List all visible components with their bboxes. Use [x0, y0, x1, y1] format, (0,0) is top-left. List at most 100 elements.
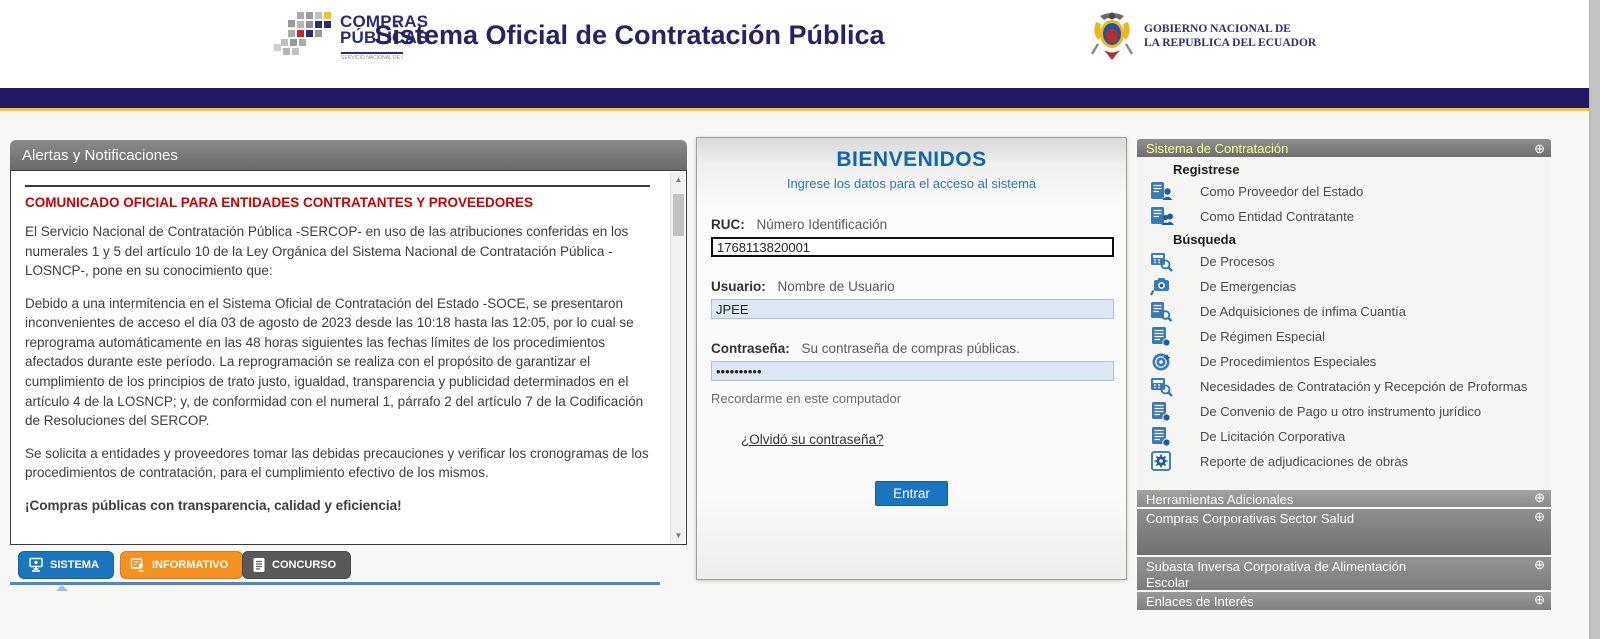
usuario-hint: Nombre de Usuario — [778, 279, 895, 294]
expand-plus-icon[interactable]: ⊕ — [1534, 558, 1545, 571]
gold-accent-line — [0, 108, 1589, 111]
expand-plus-icon[interactable]: ⊕ — [1534, 142, 1545, 155]
sidebar-item-regimen-especial[interactable]: De Régimen Especial — [1137, 324, 1551, 349]
gov-line1: GOBIERNO NACIONAL DE — [1144, 22, 1316, 36]
sidebar-section-title: Subasta Inversa Corporativa de Alimentac… — [1146, 558, 1446, 590]
sidebar-section-title: Herramientas Adicionales — [1146, 491, 1293, 508]
sidebar-item-label: Como Proveedor del Estado — [1200, 184, 1363, 199]
active-tab-pointer — [56, 585, 68, 591]
ecuador-crest-icon — [1090, 10, 1134, 62]
sidebar-item-label: De Procesos — [1200, 254, 1274, 269]
tab-informativo-label: INFORMATIVO — [152, 559, 228, 571]
expand-plus-icon[interactable]: ⊕ — [1534, 510, 1545, 523]
app-header: COMPRAS PÚBLICAS SERVICIO NACIONAL DE CO… — [0, 0, 1589, 88]
doc-people-icon — [1150, 206, 1174, 227]
calc-search-icon — [1150, 251, 1174, 272]
tab-sistema-label: SISTEMA — [50, 559, 99, 571]
alerts-content: COMUNICADO OFICIAL PARA ENTIDADES CONTRA… — [11, 171, 686, 545]
alerts-panel-header: Alertas y Notificaciones — [10, 140, 687, 170]
sidebar-item-infima-cuantia[interactable]: De Adquisiciones de ínfima Cuantía — [1137, 299, 1551, 324]
notice-paragraph: Debido a una intermitencia en el Sistema… — [25, 294, 650, 431]
sidebar-item-entidad-contratante[interactable]: Como Entidad Contratante — [1137, 204, 1551, 229]
sidebar-item-licitacion-corporativa[interactable]: De Licitación Corporativa — [1137, 424, 1551, 449]
concurso-icon — [252, 557, 266, 573]
contrasena-input[interactable] — [711, 361, 1114, 381]
sidebar-item-de-emergencias[interactable]: De Emergencias — [1137, 274, 1551, 299]
doc-badge-icon — [1150, 426, 1174, 447]
sidebar-section-subasta-alimentacion-escolar[interactable]: Subasta Inversa Corporativa de Alimentac… — [1137, 557, 1551, 590]
remember-text: Recordarme en este computador — [711, 391, 1112, 406]
contrasena-row: Contraseña: Su contraseña de compras púb… — [711, 341, 1112, 381]
doc-badge-icon — [1150, 326, 1174, 347]
sidebar-item-reporte-adjudicaciones[interactable]: Reporte de adjudicaciones de obras — [1137, 449, 1551, 474]
sidebar-item-label: De Adquisiciones de ínfima Cuantía — [1200, 304, 1406, 319]
sidebar-item-label: De Convenio de Pago u otro instrumento j… — [1200, 404, 1481, 419]
sidebar-item-label: Necesidades de Contratación y Recepción … — [1200, 379, 1527, 394]
sidebar-section-enlaces-de-interes[interactable]: Enlaces de Interés ⊕ — [1137, 592, 1551, 610]
sidebar-section-compras-corporativas-salud[interactable]: Compras Corporativas Sector Salud ⊕ — [1137, 509, 1551, 555]
entrar-button[interactable]: Entrar — [875, 481, 948, 506]
notice-heading: COMUNICADO OFICIAL PARA ENTIDADES CONTRA… — [25, 195, 650, 210]
sidebar: Sistema de Contratación ⊕ Registrese Com… — [1137, 139, 1551, 610]
sistema-icon — [28, 557, 44, 573]
ruc-hint: Número Identificación — [757, 217, 888, 232]
alerts-panel-body: COMUNICADO OFICIAL PARA ENTIDADES CONTRA… — [10, 170, 687, 545]
sidebar-item-necesidades-proformas[interactable]: Necesidades de Contratación y Recepción … — [1137, 374, 1551, 399]
government-logo: GOBIERNO NACIONAL DE LA REPUBLICA DEL EC… — [1090, 10, 1316, 62]
usuario-row: Usuario: Nombre de Usuario — [711, 279, 1112, 319]
login-form: RUC: Número Identificación Usuario: Nomb… — [697, 217, 1126, 506]
doc-badge-icon — [1150, 401, 1174, 422]
ruc-row: RUC: Número Identificación — [711, 217, 1112, 257]
tab-informativo[interactable]: INFORMATIVO — [120, 551, 243, 579]
sidebar-section-sistema-contratacion[interactable]: Sistema de Contratación ⊕ — [1137, 139, 1551, 157]
alerts-scrollbar-thumb[interactable] — [673, 194, 684, 236]
scroll-up-arrow-icon[interactable]: ▲ — [671, 172, 686, 187]
expand-plus-icon[interactable]: ⊕ — [1534, 491, 1545, 504]
informativo-icon — [130, 557, 146, 573]
calc-search-icon — [1150, 376, 1174, 397]
doc-search-icon — [1150, 301, 1174, 322]
scroll-down-arrow-icon[interactable]: ▼ — [671, 528, 686, 543]
alerts-scrollbar[interactable]: ▲ ▼ — [670, 172, 685, 543]
tab-concurso[interactable]: CONCURSO — [242, 551, 351, 579]
notice-paragraph: Se solicita a entidades y proveedores to… — [25, 444, 650, 483]
tab-concurso-label: CONCURSO — [272, 559, 336, 571]
sidebar-section-title: Enlaces de Interés — [1146, 593, 1254, 610]
usuario-label: Usuario: — [711, 279, 766, 294]
page-title: Sistema Oficial de Contratación Pública — [0, 20, 1259, 51]
sidebar-section-herramientas-adicionales[interactable]: Herramientas Adicionales ⊕ — [1137, 490, 1551, 507]
sidebar-item-label: De Emergencias — [1200, 279, 1296, 294]
sidebar-item-label: De Licitación Corporativa — [1200, 429, 1345, 444]
sidebar-item-procedimientos-especiales[interactable]: De Procedimientos Especiales — [1137, 349, 1551, 374]
sidebar-item-proveedor-estado[interactable]: Como Proveedor del Estado — [1137, 179, 1551, 204]
sidebar-item-label: De Régimen Especial — [1200, 329, 1325, 344]
forgot-password-link[interactable]: ¿Olvidó su contraseña? — [741, 432, 884, 447]
tab-sistema[interactable]: SISTEMA — [18, 551, 114, 579]
navy-band — [0, 88, 1589, 108]
sidebar-item-convenio-pago[interactable]: De Convenio de Pago u otro instrumento j… — [1137, 399, 1551, 424]
sidebar-section-title: Sistema de Contratación — [1146, 141, 1288, 156]
notice-paragraph: El Servicio Nacional de Contratación Púb… — [25, 222, 650, 281]
gear-box-icon — [1150, 451, 1174, 472]
usuario-input[interactable] — [711, 299, 1114, 319]
contrasena-hint: Su contraseña de compras públicas. — [802, 341, 1020, 356]
government-logo-text: GOBIERNO NACIONAL DE LA REPUBLICA DEL EC… — [1144, 22, 1316, 51]
login-subtitle: Ingrese los datos para el acceso al sist… — [697, 176, 1126, 191]
sidebar-item-label: Reporte de adjudicaciones de obras — [1200, 454, 1408, 469]
sidebar-group-registrese: Registrese — [1173, 162, 1551, 177]
logo-tagline: SERVICIO NACIONAL DE CONTRATACIÓN PÚBLIC… — [341, 52, 403, 61]
alerts-panel: Alertas y Notificaciones COMUNICADO OFIC… — [10, 140, 687, 585]
notice-slogan: ¡Compras públicas con transparencia, cal… — [25, 496, 650, 516]
sidebar-item-de-procesos[interactable]: De Procesos — [1137, 249, 1551, 274]
camera-search-icon — [1150, 276, 1174, 297]
globe-icon — [1150, 351, 1174, 372]
contrasena-label: Contraseña: — [711, 341, 790, 356]
notice-divider — [25, 185, 650, 187]
expand-plus-icon[interactable]: ⊕ — [1534, 593, 1545, 606]
gov-line2: LA REPUBLICA DEL ECUADOR — [1144, 36, 1316, 50]
browser-scrollbar[interactable] — [1589, 0, 1600, 639]
ruc-input[interactable] — [711, 237, 1114, 257]
login-panel: BIENVENIDOS Ingrese los datos para el ac… — [696, 137, 1127, 580]
login-title: BIENVENIDOS — [697, 148, 1126, 172]
ruc-label: RUC: — [711, 217, 745, 232]
